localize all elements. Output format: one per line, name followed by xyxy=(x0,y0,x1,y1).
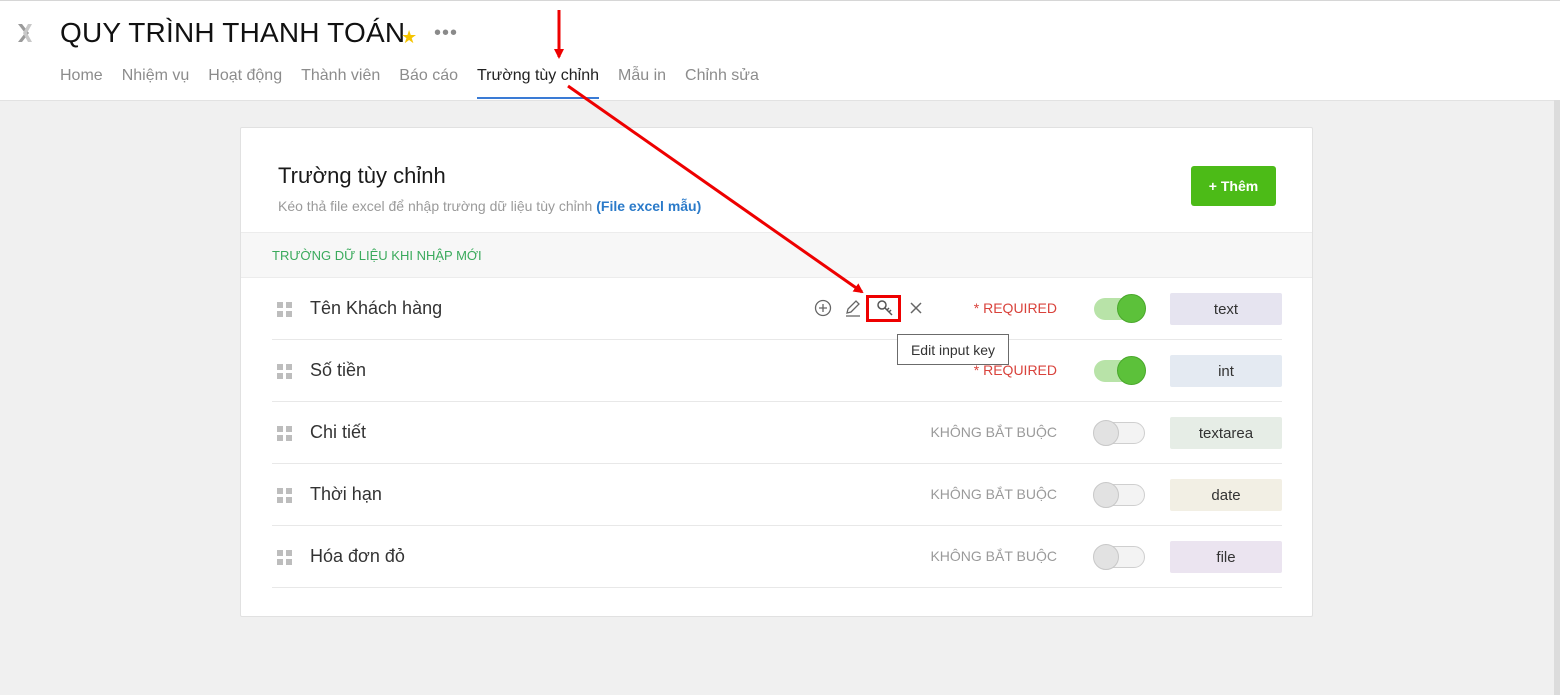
add-field-button[interactable]: + Thêm xyxy=(1191,166,1276,206)
section-label: TRƯỜNG DỮ LIỆU KHI NHẬP MỚI xyxy=(272,248,482,263)
requirement-label: KHÔNG BẮT BUỘC xyxy=(930,548,1057,564)
drag-handle-icon[interactable] xyxy=(277,364,292,379)
tab-home[interactable]: Home xyxy=(60,67,103,99)
add-circle-icon[interactable] xyxy=(812,297,834,319)
drag-handle-icon[interactable] xyxy=(277,488,292,503)
tab-print-templates[interactable]: Mẫu in xyxy=(618,67,666,99)
field-label: Thời hạn xyxy=(310,484,382,504)
field-row[interactable]: Số tiền * REQUIRED int xyxy=(272,340,1282,402)
tooltip: Edit input key xyxy=(897,334,1009,365)
enabled-toggle[interactable] xyxy=(1094,356,1146,385)
drag-handle-icon[interactable] xyxy=(277,302,292,317)
top-bar: QUY TRÌNH THANH TOÁN ★ ••• Home Nhiệm vụ… xyxy=(0,0,1560,101)
toggle-knob xyxy=(1093,420,1119,446)
requirement-label: KHÔNG BẮT BUỘC xyxy=(930,486,1057,502)
tab-reports[interactable]: Báo cáo xyxy=(399,67,458,99)
toggle-knob xyxy=(1117,294,1146,323)
custom-fields-card: Trường tùy chỉnh Kéo thả file excel để n… xyxy=(240,127,1313,617)
tab-custom-fields[interactable]: Trường tùy chỉnh xyxy=(477,67,599,99)
more-dots-icon[interactable]: ••• xyxy=(434,23,458,43)
page-title: QUY TRÌNH THANH TOÁN xyxy=(60,17,406,48)
enabled-toggle[interactable] xyxy=(1093,420,1145,446)
toggle-knob xyxy=(1117,356,1146,385)
highlight-box xyxy=(866,295,901,322)
field-type-badge: file xyxy=(1170,541,1282,573)
tab-bar: Home Nhiệm vụ Hoạt động Thành viên Báo c… xyxy=(60,67,778,99)
enabled-toggle[interactable] xyxy=(1093,544,1145,570)
enabled-toggle[interactable] xyxy=(1094,294,1146,323)
field-label: Hóa đơn đỏ xyxy=(310,546,405,566)
star-icon[interactable]: ★ xyxy=(401,28,417,46)
tab-members[interactable]: Thành viên xyxy=(301,67,380,99)
requirement-label: * REQUIRED xyxy=(973,300,1057,316)
tab-edit[interactable]: Chỉnh sửa xyxy=(685,67,759,99)
section-header: TRƯỜNG DỮ LIỆU KHI NHẬP MỚI xyxy=(241,232,1312,278)
edit-pencil-icon[interactable] xyxy=(842,297,864,319)
field-row[interactable]: Thời hạn KHÔNG BẮT BUỘC date xyxy=(272,464,1282,526)
field-type-badge: text xyxy=(1170,293,1282,325)
scrollbar[interactable] xyxy=(1554,100,1560,695)
toggle-knob xyxy=(1093,544,1119,570)
drag-handle-icon[interactable] xyxy=(277,550,292,565)
field-label: Chi tiết xyxy=(310,422,367,442)
field-row[interactable]: Hóa đơn đỏ KHÔNG BẮT BUỘC file xyxy=(272,526,1282,588)
card-subtitle: Kéo thả file excel để nhập trường dữ liệ… xyxy=(278,198,701,214)
sample-excel-link[interactable]: (File excel mẫu) xyxy=(596,198,701,214)
toggle-knob xyxy=(1093,482,1119,508)
field-label: Tên Khách hàng xyxy=(310,298,443,318)
field-type-badge: date xyxy=(1170,479,1282,511)
requirement-label: KHÔNG BẮT BUỘC xyxy=(930,424,1057,440)
drag-handle-icon[interactable] xyxy=(277,426,292,441)
field-label: Số tiền xyxy=(310,360,367,380)
tab-tasks[interactable]: Nhiệm vụ xyxy=(122,67,190,99)
tab-activity[interactable]: Hoạt động xyxy=(208,67,282,99)
card-subtitle-text: Kéo thả file excel để nhập trường dữ liệ… xyxy=(278,198,593,214)
enabled-toggle[interactable] xyxy=(1093,482,1145,508)
field-row[interactable]: Chi tiết KHÔNG BẮT BUỘC textarea xyxy=(272,402,1282,464)
card-title: Trường tùy chỉnh xyxy=(278,163,446,188)
field-type-badge: textarea xyxy=(1170,417,1282,449)
field-type-badge: int xyxy=(1170,355,1282,387)
field-row[interactable]: Tên Khách hàng * REQUIRED text xyxy=(272,278,1282,340)
close-icon[interactable] xyxy=(905,297,927,319)
app-logo-icon[interactable] xyxy=(16,20,40,46)
